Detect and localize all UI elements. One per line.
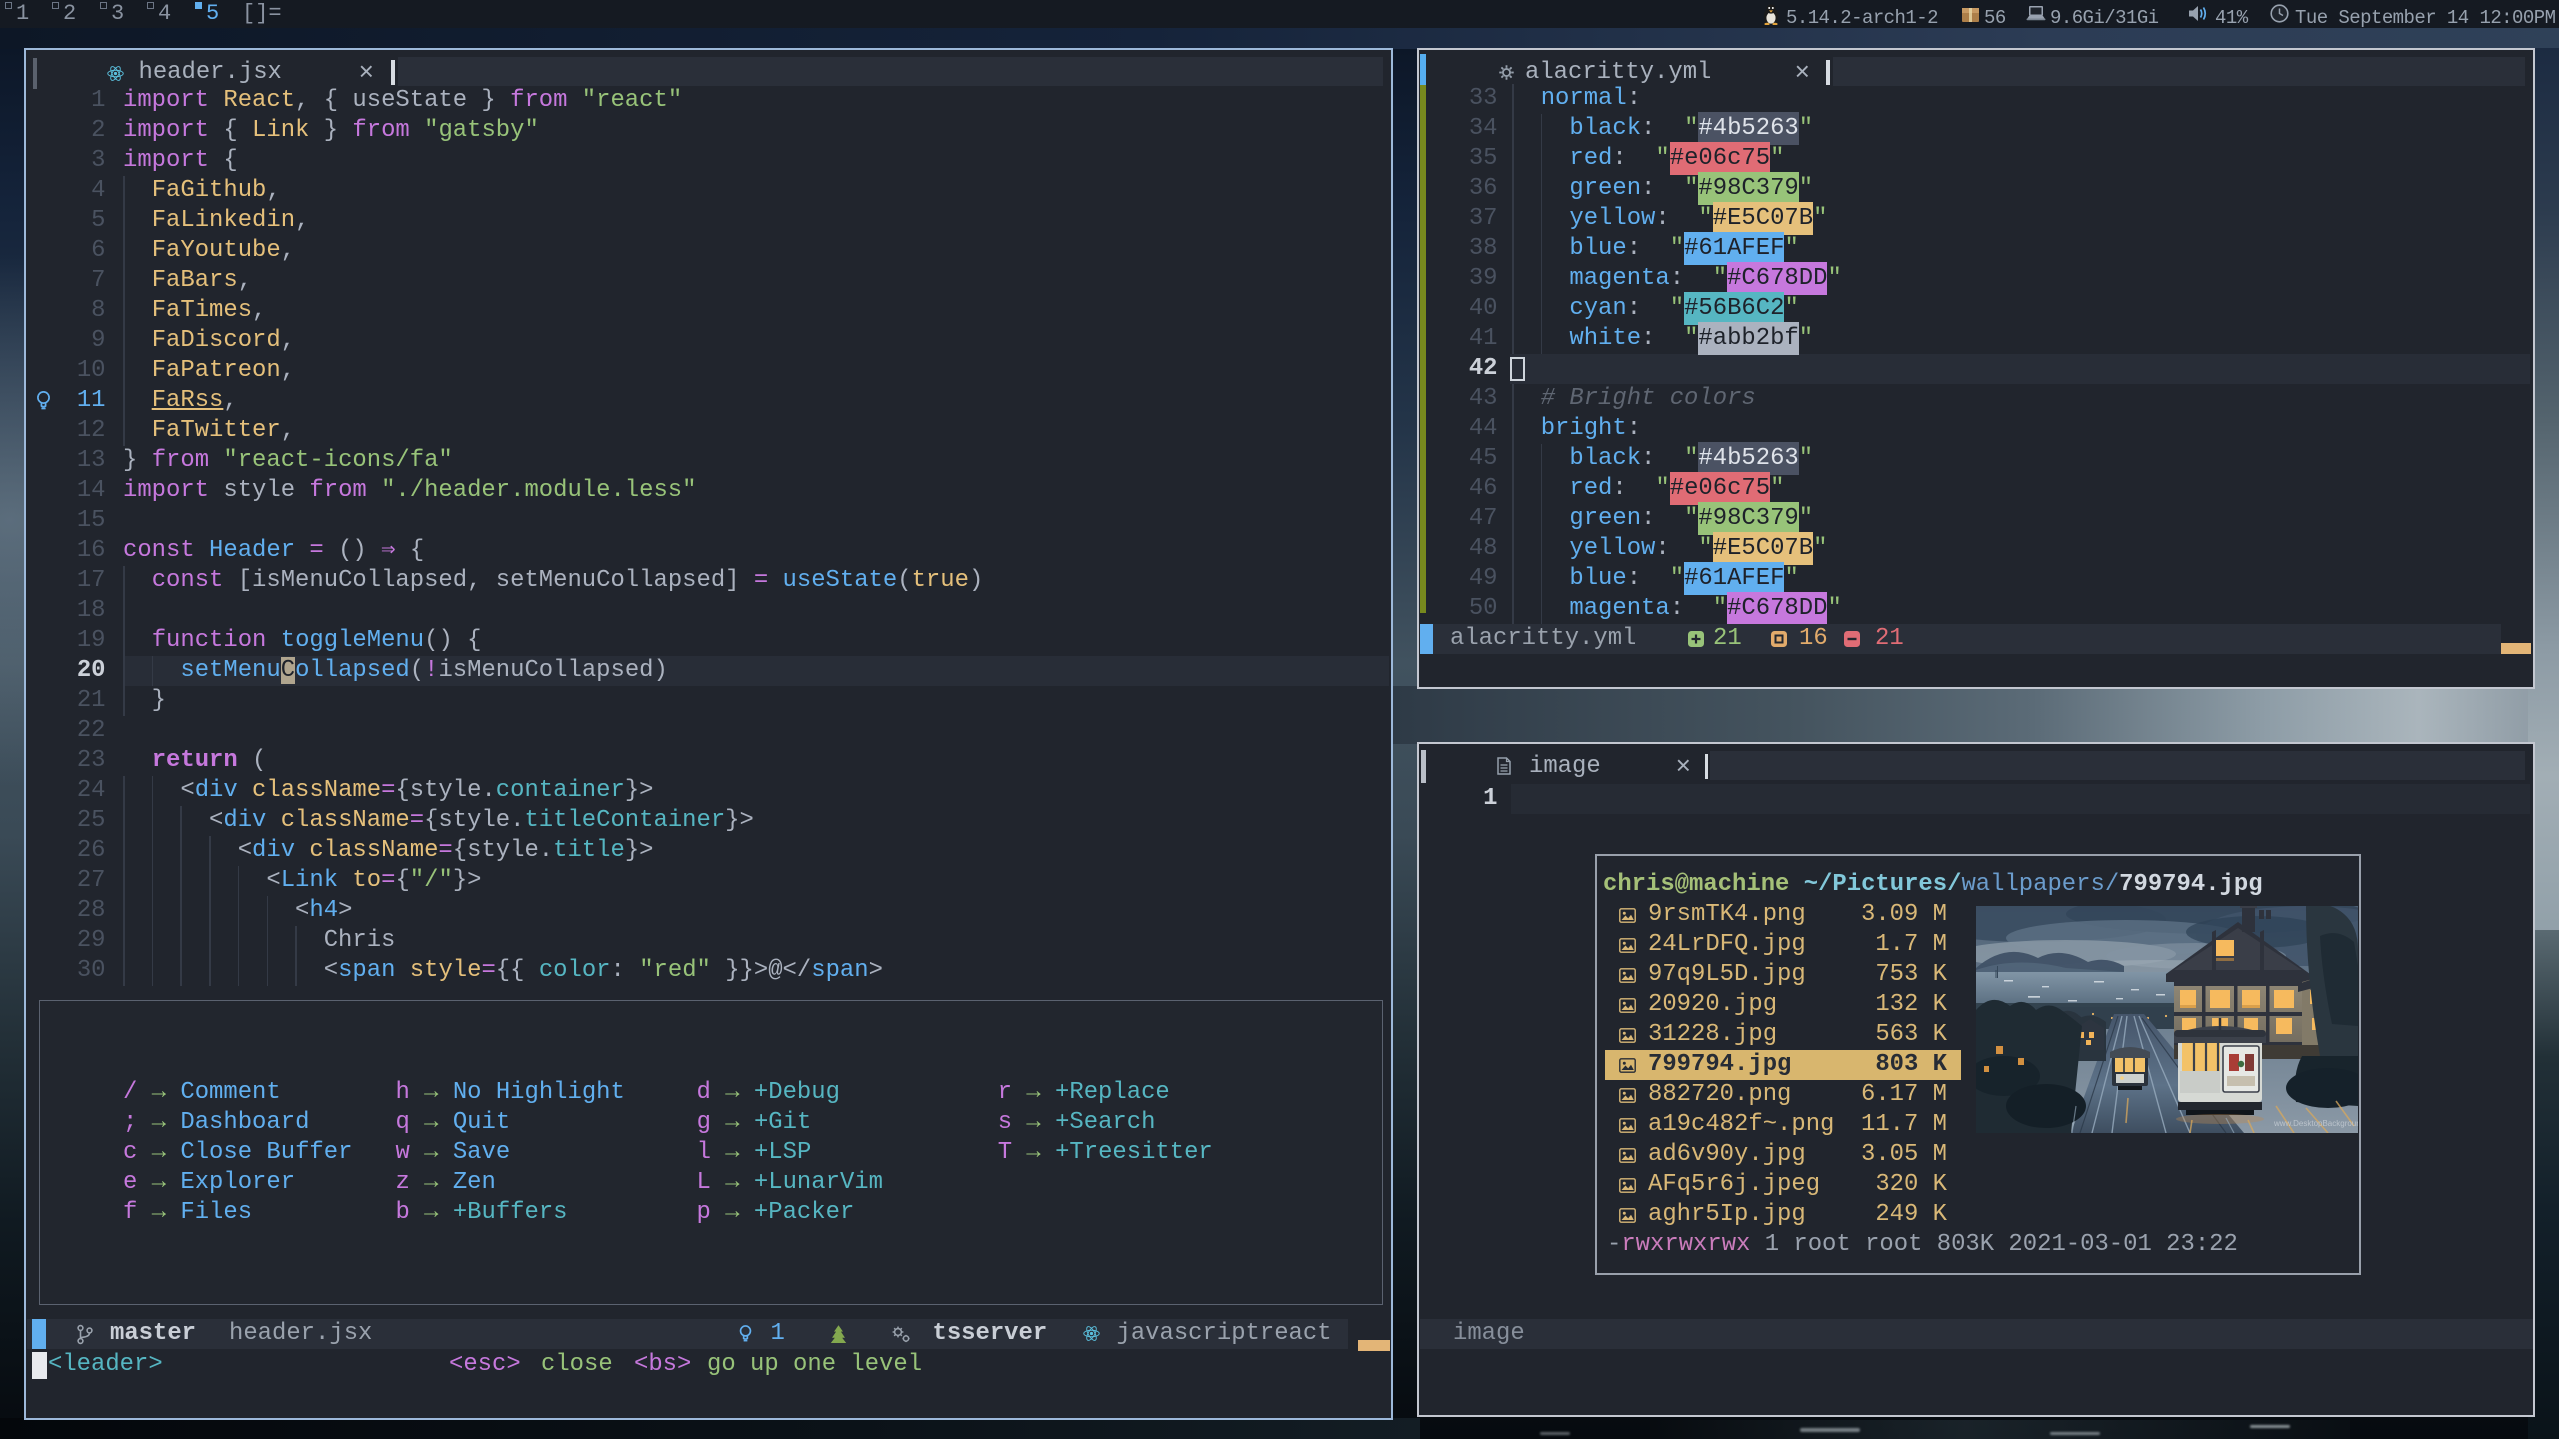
svg-text:www.DesktopBackground.org: www.DesktopBackground.org [2273, 1119, 2358, 1128]
